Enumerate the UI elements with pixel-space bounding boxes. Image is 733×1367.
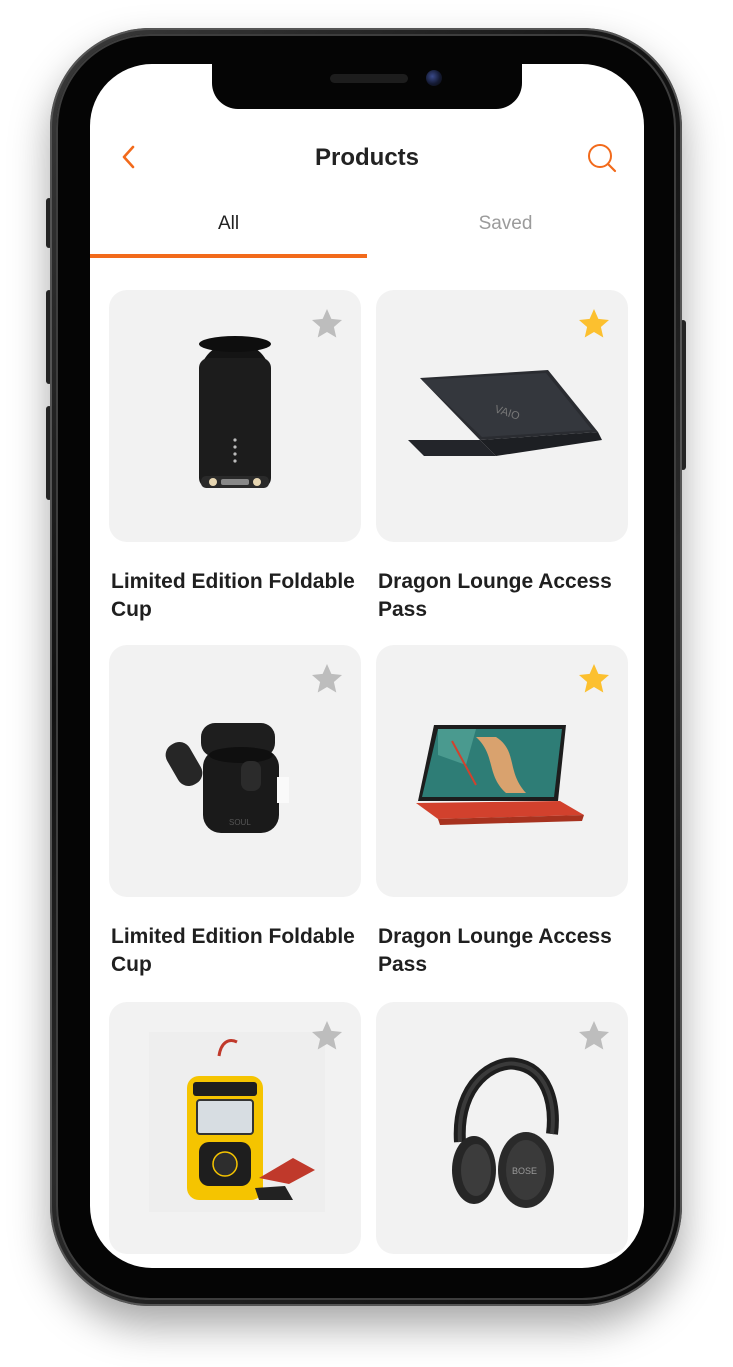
- star-icon[interactable]: [576, 1018, 612, 1054]
- product-title: Dragon Lounge Access Pass: [378, 570, 612, 621]
- front-camera: [426, 70, 442, 86]
- active-tab-indicator: [90, 254, 367, 258]
- star-icon[interactable]: [309, 661, 345, 697]
- star-icon[interactable]: [309, 306, 345, 342]
- star-icon[interactable]: [576, 306, 612, 342]
- product-image-tile: [109, 1002, 361, 1254]
- product-title: Dragon Lounge Access Pass: [378, 925, 612, 976]
- tab-saved[interactable]: Saved: [367, 202, 644, 258]
- app-screen: Products All Saved Limited Edition Folda…: [90, 64, 644, 1268]
- product-image-tile: [376, 645, 628, 897]
- svg-text:SOUL: SOUL: [229, 818, 251, 827]
- product-card[interactable]: Limited Edition Foldable Cup: [109, 290, 361, 624]
- svg-text:BOSE: BOSE: [512, 1166, 537, 1176]
- speaker-grille: [330, 74, 408, 83]
- product-image-tile: BOSE: [376, 1002, 628, 1254]
- star-icon[interactable]: [576, 661, 612, 697]
- product-card[interactable]: BOSE: [376, 1002, 628, 1254]
- product-card[interactable]: SOUL Limited Edition Foldable Cup: [109, 645, 361, 979]
- top-bar: Products: [90, 134, 644, 184]
- notch: [212, 64, 522, 109]
- product-image-tile: SOUL: [109, 645, 361, 897]
- star-icon[interactable]: [309, 1018, 345, 1054]
- product-card[interactable]: Dragon Lounge Access Pass: [376, 645, 628, 979]
- product-card[interactable]: VAIO Dragon Lounge Access Pass: [376, 290, 628, 624]
- search-icon: [588, 144, 617, 173]
- product-image-tile: VAIO: [376, 290, 628, 542]
- product-image-tile: [109, 290, 361, 542]
- product-title: Limited Edition Foldable Cup: [111, 925, 355, 976]
- search-button[interactable]: [586, 142, 618, 174]
- product-card[interactable]: [109, 1002, 361, 1254]
- product-title: Limited Edition Foldable Cup: [111, 570, 355, 621]
- tab-all[interactable]: All: [90, 202, 367, 258]
- page-title: Products: [314, 144, 419, 171]
- tab-bar: All Saved: [90, 202, 644, 258]
